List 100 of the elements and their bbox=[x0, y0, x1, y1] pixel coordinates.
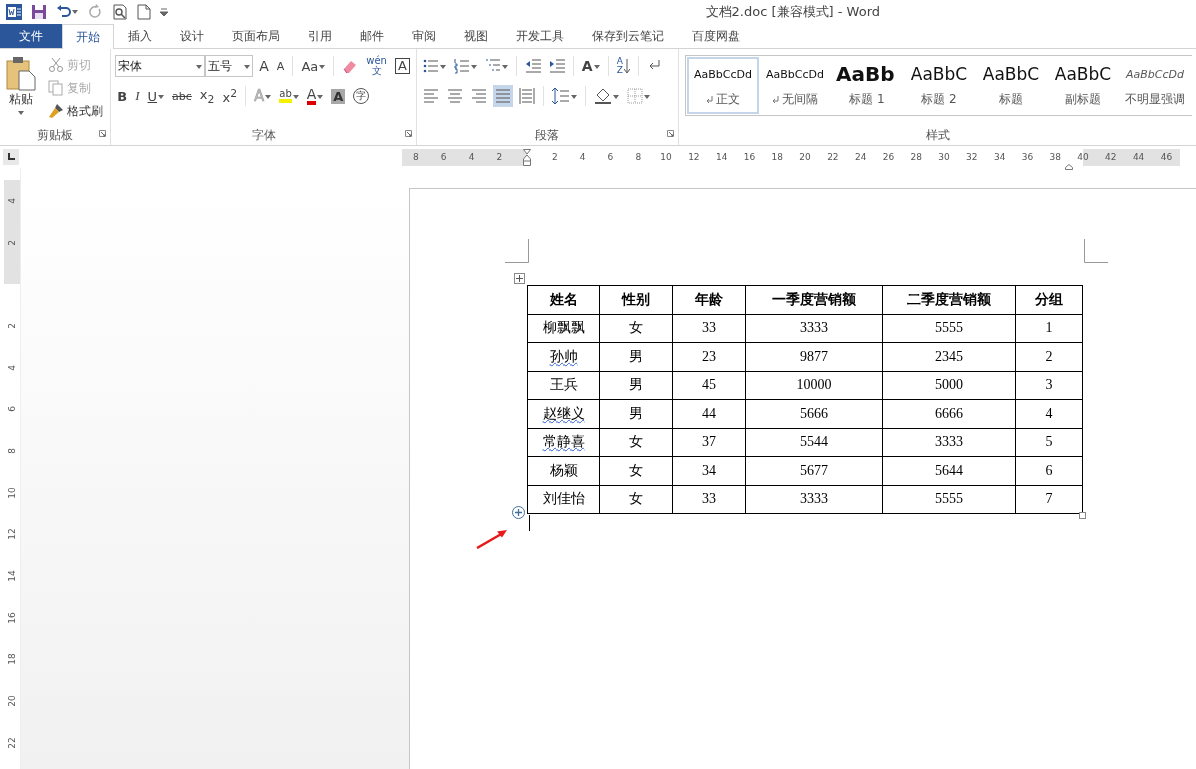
caret-icon bbox=[244, 64, 251, 69]
align-justify-icon bbox=[494, 87, 511, 105]
dialog-launcher-icon[interactable] bbox=[667, 130, 674, 137]
align-distributed-button[interactable] bbox=[516, 85, 537, 107]
table-cell: 5644 bbox=[882, 456, 1016, 485]
table-cell: 45 bbox=[672, 371, 746, 400]
caret-icon bbox=[643, 94, 650, 99]
font-bold-button[interactable]: B bbox=[115, 85, 130, 107]
font-sub-button[interactable]: x$_{2}$ bbox=[197, 85, 217, 107]
ribbon-tab[interactable]: 页面布局 bbox=[218, 24, 294, 48]
indent-marker-icon bbox=[1065, 163, 1074, 170]
font-size-field[interactable]: 五号 bbox=[205, 55, 254, 77]
column-header: 分组 bbox=[1015, 285, 1083, 314]
font-phonetic-button[interactable]: wén 文 bbox=[364, 55, 389, 77]
table-cell: 10000 bbox=[745, 371, 883, 400]
table-cell: 常静喜 bbox=[527, 428, 600, 457]
paint-bucket-icon bbox=[593, 87, 612, 105]
font-sup-button[interactable]: x$^{2}$ bbox=[220, 85, 240, 107]
app-icon[interactable] bbox=[6, 4, 22, 20]
table-cell: 3 bbox=[1015, 371, 1083, 400]
pointer-arrow bbox=[476, 529, 508, 549]
table-cell: 3333 bbox=[882, 428, 1016, 457]
font-highlight-button[interactable]: ab bbox=[277, 85, 301, 107]
font-case-button[interactable]: Aa bbox=[299, 55, 328, 77]
font-border-button[interactable]: A bbox=[392, 55, 412, 77]
caret-icon bbox=[265, 94, 272, 99]
ribbon-tab[interactable]: 引用 bbox=[294, 24, 346, 48]
caret-icon bbox=[319, 64, 326, 69]
table-cell: 5555 bbox=[882, 314, 1016, 343]
ribbon-tab[interactable]: 审阅 bbox=[398, 24, 450, 48]
font-shrink-button[interactable]: A bbox=[274, 55, 287, 77]
customize-icon[interactable] bbox=[160, 8, 168, 16]
down-arrow-icon bbox=[623, 58, 630, 74]
corner-mark-icon bbox=[1084, 239, 1108, 263]
table-cell: 男 bbox=[599, 399, 673, 428]
ribbon-tab[interactable]: 插入 bbox=[114, 24, 166, 48]
redo-icon[interactable] bbox=[87, 4, 103, 20]
dialog-launcher-icon[interactable] bbox=[99, 130, 107, 137]
font-grow-button[interactable]: A bbox=[257, 55, 271, 77]
caret-icon bbox=[18, 111, 24, 115]
numbered-list-icon bbox=[453, 58, 470, 74]
group-label: 剪贴板 bbox=[37, 128, 74, 142]
column-header: 性别 bbox=[599, 285, 673, 314]
font-italic-button[interactable]: I bbox=[133, 85, 142, 107]
caret-icon bbox=[317, 94, 324, 99]
ribbon-tab[interactable]: 保存到云笔记 bbox=[578, 24, 678, 48]
new-document-icon[interactable] bbox=[137, 4, 151, 20]
font-name-field[interactable]: 宋体 bbox=[115, 55, 206, 77]
column-header: 姓名 bbox=[527, 285, 600, 314]
line-spacing-button[interactable] bbox=[549, 85, 579, 107]
table-cell: 5000 bbox=[882, 371, 1016, 400]
ribbon-tab[interactable]: 开始 bbox=[62, 24, 114, 49]
table-cell: 杨颖 bbox=[527, 456, 600, 485]
borders-icon bbox=[626, 88, 643, 104]
corner-mark-icon bbox=[505, 239, 529, 263]
window-title: 文档2.doc [兼容模式] - Word bbox=[705, 3, 880, 21]
clipboard-item[interactable]: 格式刷 bbox=[48, 101, 103, 121]
column-header: 二季度营销额 bbox=[882, 285, 1016, 314]
ribbon-tab[interactable]: 邮件 bbox=[346, 24, 398, 48]
table-cell: 2 bbox=[1015, 342, 1083, 371]
file-tab[interactable]: 文件 bbox=[0, 24, 62, 48]
caret-icon bbox=[158, 94, 165, 99]
caret-icon bbox=[570, 94, 577, 99]
dialog-launcher-icon[interactable] bbox=[404, 130, 412, 137]
tab-selector-button[interactable] bbox=[3, 149, 19, 165]
ribbon-tab[interactable]: 百度网盘 bbox=[678, 24, 754, 48]
caret-icon bbox=[470, 64, 477, 69]
table-cell: 44 bbox=[672, 399, 746, 428]
font-underline-button[interactable]: U bbox=[145, 85, 167, 107]
table-cell: 23 bbox=[672, 342, 746, 371]
table-cell: 5677 bbox=[745, 456, 883, 485]
save-icon[interactable] bbox=[31, 4, 47, 20]
column-header: 一季度营销额 bbox=[745, 285, 883, 314]
caret-icon bbox=[72, 10, 78, 14]
paste-button[interactable]: 粘贴 bbox=[4, 55, 38, 127]
table-cell: 6 bbox=[1015, 456, 1083, 485]
table-cell: 33 bbox=[672, 314, 746, 343]
line-spacing-icon bbox=[551, 87, 570, 105]
tab-stop-icon bbox=[7, 153, 15, 161]
undo-icon[interactable] bbox=[56, 4, 72, 20]
table-cell: 男 bbox=[599, 342, 673, 371]
caret-icon bbox=[612, 94, 619, 99]
style-item[interactable]: AaBbCcDd 正文 bbox=[687, 57, 759, 114]
resize-handle-icon[interactable] bbox=[1079, 512, 1086, 519]
multilevel-list-icon bbox=[484, 58, 501, 74]
move-handle-icon[interactable] bbox=[514, 273, 525, 284]
insert-row-icon[interactable] bbox=[512, 506, 525, 519]
ribbon-tab[interactable]: 视图 bbox=[450, 24, 502, 48]
paragraph-sort-button[interactable]: A Z bbox=[614, 55, 632, 77]
print-preview-icon[interactable] bbox=[112, 4, 128, 20]
font-color-button[interactable]: A bbox=[304, 85, 326, 107]
table-cell: 33 bbox=[672, 485, 746, 514]
table-cell: 女 bbox=[599, 456, 673, 485]
ribbon-tab[interactable]: 设计 bbox=[166, 24, 218, 48]
paragraph-direction-button[interactable]: A bbox=[579, 55, 602, 77]
table-cell: 刘佳怡 bbox=[527, 485, 600, 514]
table-cell: 孙帅 bbox=[527, 342, 600, 371]
align-justify-button[interactable] bbox=[492, 85, 513, 107]
ribbon-tab[interactable]: 开发工具 bbox=[502, 24, 578, 48]
font-strike-button[interactable]: abc bbox=[170, 85, 194, 107]
